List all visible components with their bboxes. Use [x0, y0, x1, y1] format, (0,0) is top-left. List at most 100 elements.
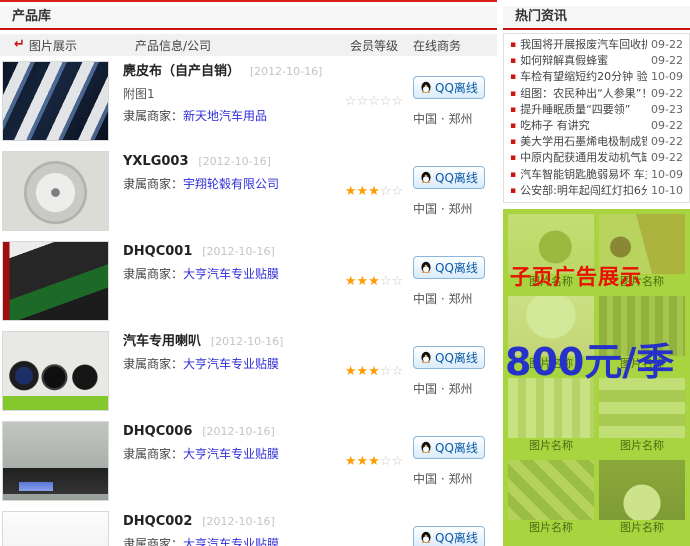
product-vendor-line: 隶属商家：大亨汽车专业贴膜: [123, 535, 335, 546]
news-item[interactable]: ▪ 公安部:明年起闯红灯扣6分 挡 10-10: [510, 183, 683, 199]
qq-status-button[interactable]: QQ离线: [413, 76, 485, 99]
qq-status-button[interactable]: QQ离线: [413, 436, 485, 459]
online-business-cell: QQ离线 中国 · 郑州: [413, 61, 497, 141]
vendor-link[interactable]: 大亨汽车专业贴膜: [183, 537, 279, 546]
column-product-info: 产品信息/公司: [135, 37, 335, 54]
product-attachment-link[interactable]: 附图1: [123, 85, 335, 102]
bullet-icon: ▪: [510, 118, 516, 134]
product-location: 中国 · 郑州: [413, 110, 472, 127]
ad-slot[interactable]: 图片名称: [599, 378, 685, 453]
star-filled-icon: ★: [368, 364, 380, 379]
news-item-title: 提升睡眠质量“四要领”: [520, 102, 647, 118]
vendor-link[interactable]: 宇翔轮毂有限公司: [183, 177, 279, 191]
page: 产品库 ↵ 图片展示 产品信息/公司 会员等级 在线商务 麂皮布（自产自销） […: [0, 0, 690, 546]
product-info: DHQC006 [2012-10-16] 隶属商家：大亨汽车专业贴膜: [109, 421, 335, 501]
product-vendor-line: 隶属商家：大亨汽车专业贴膜: [123, 355, 335, 372]
product-location: 中国 · 郑州: [413, 470, 472, 487]
qq-status-button[interactable]: QQ离线: [413, 346, 485, 369]
qq-status-label: QQ离线: [435, 169, 478, 186]
bullet-icon: ▪: [510, 167, 516, 183]
news-item[interactable]: ▪ 美大学用石墨烯电极制成锂电 09-22: [510, 134, 683, 150]
product-title: 汽车专用喇叭: [123, 334, 201, 349]
hot-news-list: ▪ 我国将开展报废汽车回收拆解 09-22 ▪ 如何辩解真假蜂蜜 09-22 ▪…: [503, 33, 690, 203]
product-date: [2012-10-16]: [202, 245, 275, 258]
product-library-title: 产品库: [12, 9, 51, 24]
qq-penguin-icon: [420, 441, 432, 453]
news-item-date: 09-22: [651, 118, 683, 134]
vendor-link[interactable]: 大亨汽车专业贴膜: [183, 267, 279, 281]
top-divider: [0, 0, 497, 2]
ad-image-caption: 图片名称: [599, 521, 685, 535]
star-empty-icon: ☆: [380, 454, 392, 469]
news-item-title: 我国将开展报废汽车回收拆解: [520, 37, 647, 53]
online-business-cell: QQ离线 中国 · 郑州: [413, 151, 497, 231]
product-vendor-line: 隶属商家：大亨汽车专业贴膜: [123, 265, 335, 282]
ad-image[interactable]: [599, 378, 685, 438]
qq-status-button[interactable]: QQ离线: [413, 256, 485, 279]
ad-slot[interactable]: 图片名称: [508, 378, 594, 453]
product-row: 麂皮布（自产自销） [2012-10-16] 附图1 隶属商家：新天地汽车用品 …: [0, 56, 497, 146]
news-item-title: 美大学用石墨烯电极制成锂电: [520, 134, 647, 150]
vendor-link[interactable]: 大亨汽车专业贴膜: [183, 357, 279, 371]
star-filled-icon: ★: [357, 454, 369, 469]
news-item[interactable]: ▪ 组图：农民种出“人参果”！ 09-22: [510, 86, 683, 102]
product-library-panel: 产品库 ↵ 图片展示 产品信息/公司 会员等级 在线商务 麂皮布（自产自销） […: [0, 6, 497, 546]
ad-slot[interactable]: 图片名称: [599, 460, 685, 535]
member-rating-stars: ★★★☆☆: [335, 241, 413, 321]
product-thumbnail[interactable]: [2, 151, 109, 231]
ad-image[interactable]: [508, 378, 594, 438]
product-thumbnail[interactable]: [2, 61, 109, 141]
star-empty-icon: ☆: [391, 274, 403, 289]
star-filled-icon: ★: [357, 364, 369, 379]
news-item-date: 10-09: [651, 69, 683, 85]
star-filled-icon: ★: [345, 364, 357, 379]
qq-status-button[interactable]: QQ离线: [413, 526, 485, 546]
product-thumbnail[interactable]: [2, 241, 109, 321]
news-item-title: 中原内配获通用发动机气缸套: [520, 150, 647, 166]
vendor-label: 隶属商家：: [123, 537, 183, 546]
star-filled-icon: ★: [357, 184, 369, 199]
ad-slot[interactable]: 图片名称: [508, 460, 594, 535]
news-item-date: 09-22: [651, 134, 683, 150]
online-business-cell: QQ离线 中国 · 郑州: [413, 331, 497, 411]
star-empty-icon: ☆: [368, 94, 380, 109]
star-empty-icon: ☆: [357, 94, 369, 109]
ad-overlay-label: 子页广告展示: [510, 261, 642, 291]
product-thumbnail[interactable]: [2, 511, 109, 546]
qq-status-label: QQ离线: [435, 349, 478, 366]
product-list: 麂皮布（自产自销） [2012-10-16] 附图1 隶属商家：新天地汽车用品 …: [0, 56, 497, 546]
product-vendor-line: 隶属商家：新天地汽车用品: [123, 107, 335, 124]
ad-image[interactable]: [508, 460, 594, 520]
news-item-title: 车检有望缩短约20分钟 验车将: [520, 69, 647, 85]
product-row: DHQC002 [2012-10-16] 隶属商家：大亨汽车专业贴膜 ★★★☆☆: [0, 506, 497, 546]
star-filled-icon: ★: [345, 184, 357, 199]
qq-status-label: QQ离线: [435, 439, 478, 456]
news-item[interactable]: ▪ 车检有望缩短约20分钟 验车将 10-09: [510, 69, 683, 85]
news-item[interactable]: ▪ 中原内配获通用发动机气缸套 09-22: [510, 150, 683, 166]
vendor-link[interactable]: 新天地汽车用品: [183, 109, 267, 123]
bullet-icon: ▪: [510, 102, 516, 118]
news-item-date: 10-09: [651, 167, 683, 183]
star-filled-icon: ★: [345, 454, 357, 469]
ad-image[interactable]: [599, 460, 685, 520]
news-item[interactable]: ▪ 汽车智能钥匙脆弱易坏 车主需 10-09: [510, 167, 683, 183]
product-thumbnail[interactable]: [2, 331, 109, 411]
qq-penguin-icon: [420, 351, 432, 363]
qq-status-button[interactable]: QQ离线: [413, 166, 485, 189]
star-empty-icon: ☆: [391, 364, 403, 379]
vendor-label: 隶属商家：: [123, 357, 183, 371]
vendor-link[interactable]: 大亨汽车专业贴膜: [183, 447, 279, 461]
vendor-label: 隶属商家：: [123, 447, 183, 461]
news-item[interactable]: ▪ 提升睡眠质量“四要领” 09-23: [510, 102, 683, 118]
product-thumbnail[interactable]: [2, 421, 109, 501]
star-empty-icon: ☆: [391, 94, 403, 109]
online-business-cell: QQ离线 中国 · 郑州: [413, 241, 497, 321]
product-date: [2012-10-16]: [211, 335, 284, 348]
news-item[interactable]: ▪ 吃柿子 有讲究 09-22: [510, 118, 683, 134]
news-item[interactable]: ▪ 如何辩解真假蜂蜜 09-22: [510, 53, 683, 69]
qq-penguin-icon: [420, 261, 432, 273]
news-item-date: 09-22: [651, 86, 683, 102]
online-business-cell: QQ离线 中国 · 郑州: [413, 421, 497, 501]
product-title: YXLG003: [123, 154, 189, 169]
news-item[interactable]: ▪ 我国将开展报废汽车回收拆解 09-22: [510, 37, 683, 53]
